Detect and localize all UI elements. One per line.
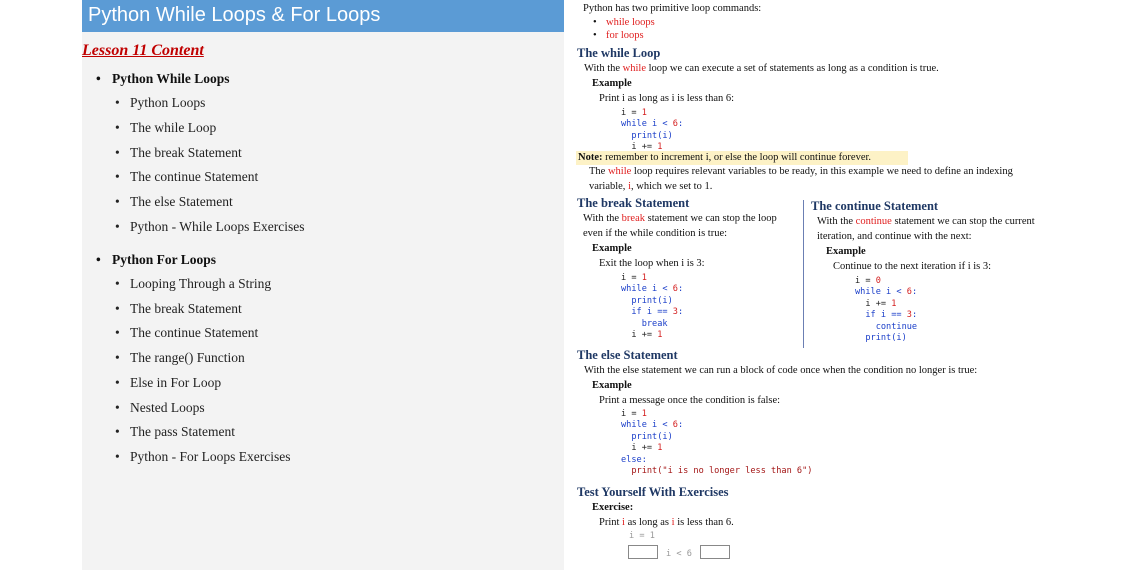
while-loop-heading: The while Loop	[577, 46, 661, 60]
code-block-break: i = 1 while i < 6: print(i) if i == 3: b…	[621, 273, 683, 341]
example-label: Example	[592, 380, 632, 391]
list-item: The range() Function	[115, 350, 245, 366]
exercise-blank-input[interactable]	[628, 545, 658, 559]
exercise-code-line: i = 1	[629, 531, 655, 541]
loop-type-label: for loops	[606, 30, 644, 41]
section-for-loops: Python For Loops	[96, 252, 216, 268]
column-divider	[803, 200, 804, 348]
code-line: print(i)	[621, 431, 673, 442]
exercise-code-line: i < 6	[666, 549, 692, 559]
code-line: while i < 6:	[621, 119, 684, 130]
code-line: i = 0	[855, 276, 881, 286]
code-line: print(i)	[621, 130, 673, 141]
code-line: print(i)	[621, 295, 673, 306]
code-line: else:	[621, 454, 647, 465]
code-line: print("i is no longer less than 6")	[621, 466, 813, 477]
list-item: The continue Statement	[115, 325, 258, 341]
code-line: continue	[855, 321, 918, 332]
exercise-blank-input[interactable]	[700, 545, 730, 559]
loop-type-label: while loops	[606, 17, 655, 28]
code-line: while i < 6:	[621, 420, 684, 431]
list-item: Python - While Loops Exercises	[115, 219, 305, 235]
continue-text: With the continue statement we can stop …	[817, 216, 1035, 227]
example-description: Print a message once the condition is fa…	[599, 395, 781, 406]
list-item: The continue Statement	[115, 169, 258, 185]
note-text: Note: remember to increment i, or else t…	[578, 152, 872, 163]
exercise-description: Print i as long as i is less than 6.	[599, 517, 734, 528]
requirement-text: The while loop requires relevant variabl…	[589, 166, 1013, 177]
code-line: i = 1	[621, 273, 647, 283]
list-item: The pass Statement	[115, 424, 235, 440]
code-line: while i < 6:	[621, 284, 684, 295]
continue-text: iteration, and continue with the next:	[817, 231, 972, 242]
example-label: Example	[592, 78, 632, 89]
code-line: print(i)	[855, 333, 907, 344]
else-text: With the else statement we can run a blo…	[584, 365, 978, 376]
code-line: if i == 3:	[855, 310, 918, 321]
while-loop-text: With the while loop we can execute a set…	[584, 63, 939, 74]
break-text: even if the while condition is true:	[583, 228, 728, 239]
break-text: With the break statement we can stop the…	[583, 213, 777, 224]
list-item: Nested Loops	[115, 400, 205, 416]
list-item: The else Statement	[115, 194, 233, 210]
list-item: The break Statement	[115, 301, 242, 317]
exercises-heading: Test Yourself With Exercises	[577, 485, 729, 499]
list-item: Looping Through a String	[115, 276, 271, 292]
example-label: Example	[826, 246, 866, 257]
requirement-text: variable, i, which we set to 1.	[589, 181, 713, 192]
example-description: Continue to the next iteration if i is 3…	[833, 261, 992, 272]
code-line: while i < 6:	[855, 287, 918, 298]
code-line: if i == 3:	[621, 307, 684, 318]
code-line: i += 1	[621, 330, 663, 341]
exercise-label: Exercise:	[592, 502, 634, 513]
else-heading: The else Statement	[577, 348, 678, 362]
break-heading: The break Statement	[577, 196, 690, 210]
code-block-continue: i = 0 while i < 6: i += 1 if i == 3: con…	[855, 276, 917, 344]
slide-title-bar: Python While Loops & For Loops	[82, 0, 564, 32]
continue-heading: The continue Statement	[811, 199, 939, 213]
lesson-heading: Lesson 11 Content	[82, 42, 204, 59]
code-line: i = 1	[621, 108, 647, 118]
example-label: Example	[592, 243, 632, 254]
slide-title: Python While Loops & For Loops	[88, 4, 381, 26]
code-line: i = 1	[621, 409, 647, 419]
code-block-while: i = 1 while i < 6: print(i) i += 1	[621, 108, 683, 154]
example-description: Exit the loop when i is 3:	[599, 258, 705, 269]
intro-text: Python has two primitive loop commands:	[583, 3, 762, 14]
code-block-else: i = 1 while i < 6: print(i) i += 1 else:…	[621, 409, 812, 477]
list-item: Python - For Loops Exercises	[115, 449, 291, 465]
code-line: i += 1	[855, 298, 897, 309]
list-item: The while Loop	[115, 120, 216, 136]
code-line: break	[621, 318, 668, 329]
code-line: i += 1	[621, 443, 663, 454]
section-while-loops: Python While Loops	[96, 71, 229, 87]
loop-type-item: for loops	[593, 30, 644, 41]
list-item: Python Loops	[115, 95, 205, 111]
list-item: Else in For Loop	[115, 375, 221, 391]
example-description: Print i as long as i is less than 6:	[599, 93, 735, 104]
loop-type-item: while loops	[593, 17, 655, 28]
list-item: The break Statement	[115, 145, 242, 161]
